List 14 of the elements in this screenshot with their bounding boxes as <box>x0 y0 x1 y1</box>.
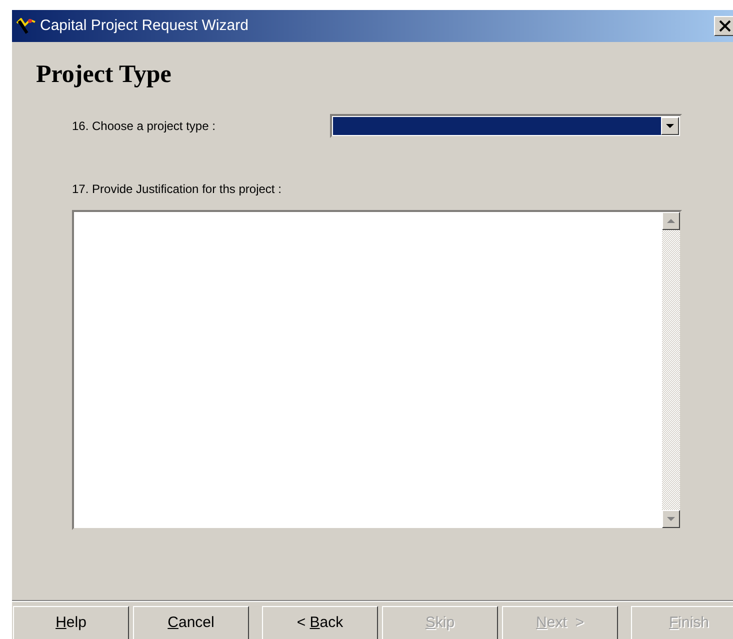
wizard-button[interactable]: Help <box>13 606 129 639</box>
field-label: 16. Choose a project type : <box>72 118 216 134</box>
scroll-down-icon <box>667 516 675 520</box>
window-title: Capital Project Request Wizard <box>40 16 248 36</box>
wizard-button[interactable]: Cancel <box>133 606 249 639</box>
scroll-up-icon <box>667 218 675 222</box>
wizard-button[interactable]: < Back <box>262 606 378 639</box>
close-icon <box>719 20 731 32</box>
project-type-dropdown[interactable] <box>330 114 682 138</box>
field-label: 17. Provide Justification for ths project : <box>72 180 282 198</box>
app-icon <box>16 18 36 34</box>
close-button[interactable] <box>714 16 733 36</box>
page-heading: Project Type <box>36 60 172 90</box>
dropdown-arrow-icon <box>666 124 674 128</box>
